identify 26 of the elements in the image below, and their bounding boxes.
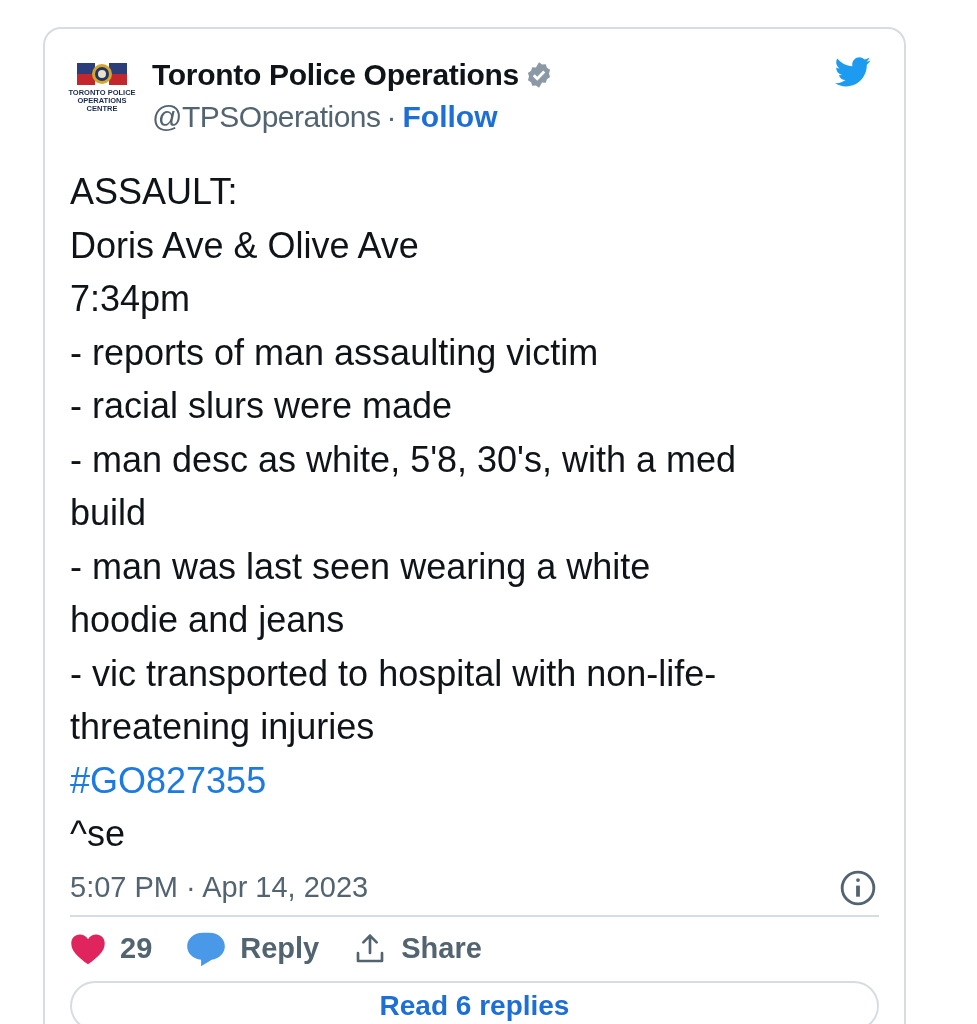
tweet-text-line: - man desc as white, 5'8, 30's, with a med: [70, 437, 738, 482]
account-handle: @TPSOperations: [152, 100, 381, 134]
tweet-text-line: Doris Ave & Olive Ave: [70, 223, 420, 268]
like-count[interactable]: 29: [70, 932, 153, 965]
reply-action[interactable]: Reply: [186, 930, 320, 967]
share-action[interactable]: Share: [353, 932, 482, 965]
hashtag-link[interactable]: #GO827355: [70, 753, 879, 807]
tweet-text-line: 7:34pm: [70, 277, 192, 321]
tweet-text-line: - man was last seen wearing a white: [70, 544, 652, 589]
separator-dot: ·: [386, 100, 397, 134]
heart-icon: [70, 932, 106, 965]
tweet-text-line: - reports of man assaulting victim: [70, 330, 600, 375]
follow-link[interactable]: Follow: [402, 100, 498, 134]
bird-logo-icon: [835, 57, 871, 87]
speech-bubble-icon: [186, 930, 227, 967]
tweet-text-line: - racial slurs were made: [70, 384, 454, 428]
info-icon[interactable]: [839, 868, 877, 907]
tweet-text-line: build: [70, 491, 148, 535]
tweet-text-line: ^se: [70, 812, 126, 856]
tweet-text-line: threatening injuries: [70, 705, 376, 749]
tweet-text-line: hoodie and jeans: [70, 598, 346, 642]
tweet-text-line: ASSAULT:: [70, 170, 239, 214]
tweet-text-line: - vic transported to hospital with non-life-: [70, 651, 718, 696]
account-name: Toronto Police Operations: [152, 58, 519, 92]
tweet-timestamp[interactable]: 5:07 PM · Apr 14, 2023: [70, 871, 369, 904]
read-replies-button[interactable]: Read 6 replies: [70, 980, 879, 1024]
